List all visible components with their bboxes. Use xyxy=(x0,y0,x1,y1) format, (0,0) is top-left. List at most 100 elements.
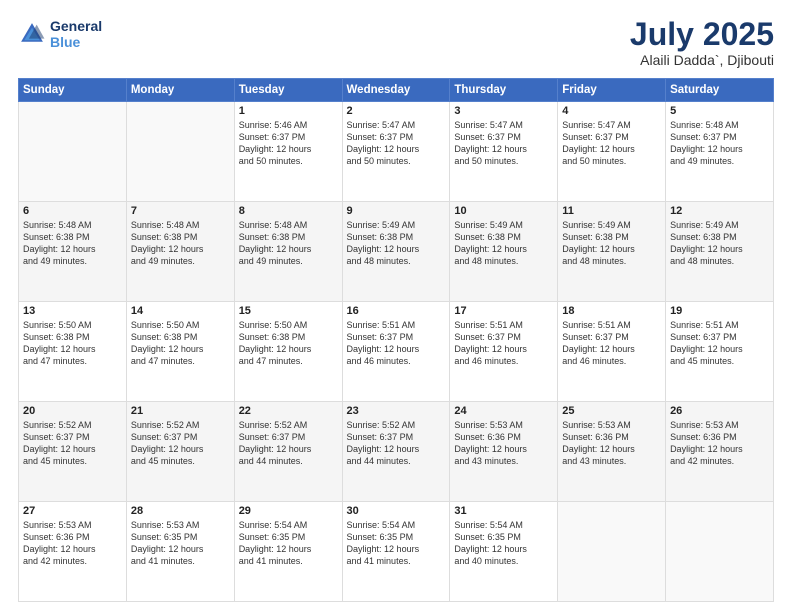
day-info: Sunrise: 5:47 AM Sunset: 6:37 PM Dayligh… xyxy=(454,119,553,168)
calendar-week-row: 6 Sunrise: 5:48 AM Sunset: 6:38 PM Daylig… xyxy=(19,202,774,302)
day-number: 31 xyxy=(454,505,553,517)
calendar-day-cell: 25 Sunrise: 5:53 AM Sunset: 6:36 PM Dayli… xyxy=(558,402,666,502)
calendar-day-cell: 21 Sunrise: 5:52 AM Sunset: 6:37 PM Dayli… xyxy=(126,402,234,502)
day-info: Sunrise: 5:49 AM Sunset: 6:38 PM Dayligh… xyxy=(562,219,661,268)
day-number: 24 xyxy=(454,405,553,417)
calendar-day-cell: 12 Sunrise: 5:49 AM Sunset: 6:38 PM Dayli… xyxy=(666,202,774,302)
day-number: 1 xyxy=(239,105,338,117)
day-info: Sunrise: 5:48 AM Sunset: 6:38 PM Dayligh… xyxy=(239,219,338,268)
day-number: 21 xyxy=(131,405,230,417)
day-number: 25 xyxy=(562,405,661,417)
day-info: Sunrise: 5:50 AM Sunset: 6:38 PM Dayligh… xyxy=(239,319,338,368)
calendar-day-cell: 31 Sunrise: 5:54 AM Sunset: 6:35 PM Dayli… xyxy=(450,502,558,602)
day-number: 16 xyxy=(347,305,446,317)
calendar-header-saturday: Saturday xyxy=(666,79,774,102)
title-block: July 2025 Alaili Dadda`, Djibouti xyxy=(630,18,774,68)
calendar-day-cell: 24 Sunrise: 5:53 AM Sunset: 6:36 PM Dayli… xyxy=(450,402,558,502)
day-number: 23 xyxy=(347,405,446,417)
calendar-day-cell: 26Sunrise: 5:53 AM Sunset: 6:36 PM Dayli… xyxy=(666,402,774,502)
page: General Blue July 2025 Alaili Dadda`, Dj… xyxy=(0,0,792,612)
day-number: 29 xyxy=(239,505,338,517)
calendar-day-cell: 15 Sunrise: 5:50 AM Sunset: 6:38 PM Dayli… xyxy=(234,302,342,402)
calendar-header-friday: Friday xyxy=(558,79,666,102)
day-info: Sunrise: 5:51 AM Sunset: 6:37 PM Dayligh… xyxy=(347,319,446,368)
day-info: Sunrise: 5:52 AM Sunset: 6:37 PM Dayligh… xyxy=(239,419,338,468)
day-info: Sunrise: 5:50 AM Sunset: 6:38 PM Dayligh… xyxy=(131,319,230,368)
calendar-day-cell: 13 Sunrise: 5:50 AM Sunset: 6:38 PM Dayli… xyxy=(19,302,127,402)
day-number: 5 xyxy=(670,105,769,117)
calendar-week-row: 1 Sunrise: 5:46 AM Sunset: 6:37 PM Daylig… xyxy=(19,102,774,202)
calendar-day-cell: 7Sunrise: 5:48 AM Sunset: 6:38 PM Daylig… xyxy=(126,202,234,302)
day-number: 30 xyxy=(347,505,446,517)
calendar-day-cell: 27Sunrise: 5:53 AM Sunset: 6:36 PM Dayli… xyxy=(19,502,127,602)
day-number: 27 xyxy=(23,505,122,517)
calendar-header-row: SundayMondayTuesdayWednesdayThursdayFrid… xyxy=(19,79,774,102)
logo-icon xyxy=(18,20,46,48)
calendar-day-cell: 30Sunrise: 5:54 AM Sunset: 6:35 PM Dayli… xyxy=(342,502,450,602)
calendar-week-row: 13 Sunrise: 5:50 AM Sunset: 6:38 PM Dayli… xyxy=(19,302,774,402)
day-number: 13 xyxy=(23,305,122,317)
day-info: Sunrise: 5:52 AM Sunset: 6:37 PM Dayligh… xyxy=(131,419,230,468)
day-info: Sunrise: 5:49 AM Sunset: 6:38 PM Dayligh… xyxy=(454,219,553,268)
day-info: Sunrise: 5:49 AM Sunset: 6:38 PM Dayligh… xyxy=(347,219,446,268)
calendar-week-row: 20 Sunrise: 5:52 AM Sunset: 6:37 PM Dayli… xyxy=(19,402,774,502)
calendar-day-cell: 14 Sunrise: 5:50 AM Sunset: 6:38 PM Dayli… xyxy=(126,302,234,402)
day-info: Sunrise: 5:51 AM Sunset: 6:37 PM Dayligh… xyxy=(454,319,553,368)
calendar-day-cell: 10 Sunrise: 5:49 AM Sunset: 6:38 PM Dayli… xyxy=(450,202,558,302)
day-info: Sunrise: 5:48 AM Sunset: 6:38 PM Dayligh… xyxy=(23,219,122,268)
day-info: Sunrise: 5:48 AM Sunset: 6:37 PM Dayligh… xyxy=(670,119,769,168)
day-number: 15 xyxy=(239,305,338,317)
calendar-day-cell: 23 Sunrise: 5:52 AM Sunset: 6:37 PM Dayli… xyxy=(342,402,450,502)
calendar-day-cell: 9 Sunrise: 5:49 AM Sunset: 6:38 PM Daylig… xyxy=(342,202,450,302)
day-info: Sunrise: 5:53 AM Sunset: 6:36 PM Dayligh… xyxy=(454,419,553,468)
day-number: 14 xyxy=(131,305,230,317)
day-number: 6 xyxy=(23,205,122,217)
day-info: Sunrise: 5:50 AM Sunset: 6:38 PM Dayligh… xyxy=(23,319,122,368)
calendar-day-cell xyxy=(558,502,666,602)
logo-text: General Blue xyxy=(50,18,102,50)
month-title: July 2025 xyxy=(630,18,774,50)
day-number: 11 xyxy=(562,205,661,217)
calendar-day-cell: 18 Sunrise: 5:51 AM Sunset: 6:37 PM Dayli… xyxy=(558,302,666,402)
day-number: 18 xyxy=(562,305,661,317)
day-number: 8 xyxy=(239,205,338,217)
calendar-day-cell: 8 Sunrise: 5:48 AM Sunset: 6:38 PM Daylig… xyxy=(234,202,342,302)
day-info: Sunrise: 5:54 AM Sunset: 6:35 PM Dayligh… xyxy=(454,519,553,568)
day-info: Sunrise: 5:54 AM Sunset: 6:35 PM Dayligh… xyxy=(239,519,338,568)
calendar-header-thursday: Thursday xyxy=(450,79,558,102)
calendar-day-cell: 5 Sunrise: 5:48 AM Sunset: 6:37 PM Daylig… xyxy=(666,102,774,202)
calendar-day-cell: 2Sunrise: 5:47 AM Sunset: 6:37 PM Daylig… xyxy=(342,102,450,202)
calendar-header-wednesday: Wednesday xyxy=(342,79,450,102)
calendar-table: SundayMondayTuesdayWednesdayThursdayFrid… xyxy=(18,78,774,602)
day-info: Sunrise: 5:47 AM Sunset: 6:37 PM Dayligh… xyxy=(347,119,446,168)
day-number: 26 xyxy=(670,405,769,417)
calendar-day-cell xyxy=(19,102,127,202)
day-number: 3 xyxy=(454,105,553,117)
calendar-week-row: 27Sunrise: 5:53 AM Sunset: 6:36 PM Dayli… xyxy=(19,502,774,602)
calendar-day-cell: 16 Sunrise: 5:51 AM Sunset: 6:37 PM Dayli… xyxy=(342,302,450,402)
calendar-header-sunday: Sunday xyxy=(19,79,127,102)
day-number: 7 xyxy=(131,205,230,217)
calendar-day-cell: 19Sunrise: 5:51 AM Sunset: 6:37 PM Dayli… xyxy=(666,302,774,402)
day-number: 20 xyxy=(23,405,122,417)
logo: General Blue xyxy=(18,18,102,50)
calendar-day-cell: 11 Sunrise: 5:49 AM Sunset: 6:38 PM Dayli… xyxy=(558,202,666,302)
calendar-header-monday: Monday xyxy=(126,79,234,102)
calendar-day-cell: 1 Sunrise: 5:46 AM Sunset: 6:37 PM Daylig… xyxy=(234,102,342,202)
day-info: Sunrise: 5:52 AM Sunset: 6:37 PM Dayligh… xyxy=(23,419,122,468)
day-number: 12 xyxy=(670,205,769,217)
day-number: 22 xyxy=(239,405,338,417)
calendar-day-cell: 6 Sunrise: 5:48 AM Sunset: 6:38 PM Daylig… xyxy=(19,202,127,302)
day-number: 9 xyxy=(347,205,446,217)
day-info: Sunrise: 5:46 AM Sunset: 6:37 PM Dayligh… xyxy=(239,119,338,168)
day-number: 4 xyxy=(562,105,661,117)
day-number: 19 xyxy=(670,305,769,317)
location-title: Alaili Dadda`, Djibouti xyxy=(630,52,774,68)
day-number: 17 xyxy=(454,305,553,317)
header: General Blue July 2025 Alaili Dadda`, Dj… xyxy=(18,18,774,68)
day-number: 10 xyxy=(454,205,553,217)
day-info: Sunrise: 5:51 AM Sunset: 6:37 PM Dayligh… xyxy=(562,319,661,368)
day-info: Sunrise: 5:49 AM Sunset: 6:38 PM Dayligh… xyxy=(670,219,769,268)
day-info: Sunrise: 5:52 AM Sunset: 6:37 PM Dayligh… xyxy=(347,419,446,468)
day-info: Sunrise: 5:53 AM Sunset: 6:36 PM Dayligh… xyxy=(562,419,661,468)
